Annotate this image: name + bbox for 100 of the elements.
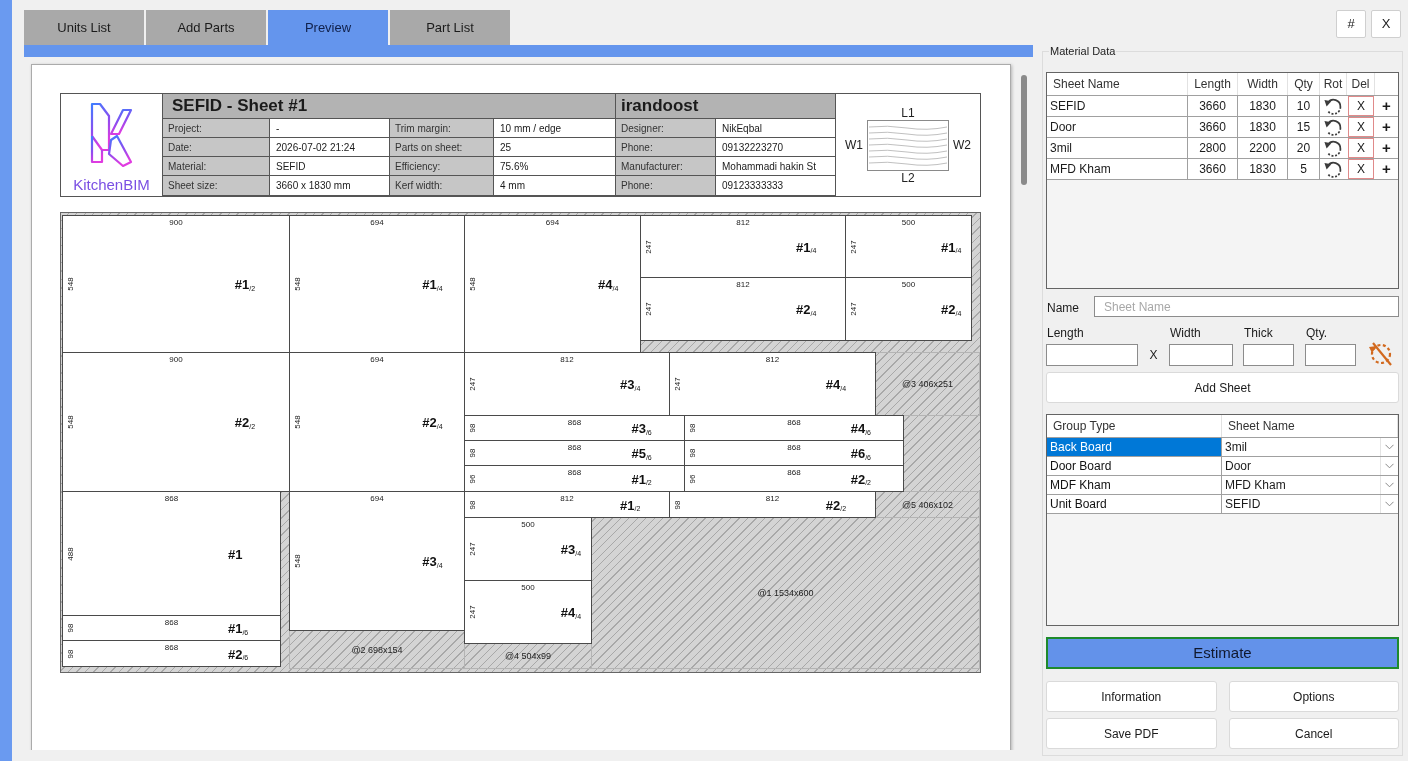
window-button[interactable]: # <box>1336 10 1366 38</box>
length-cell: 2800 <box>1188 138 1238 158</box>
sheet-name-input[interactable]: Sheet Name <box>1094 296 1399 317</box>
estimate-button[interactable]: Estimate <box>1046 637 1399 669</box>
qty-cell: 20 <box>1288 138 1320 158</box>
part-number: #2$_{/4}$ <box>796 301 817 317</box>
part-height-label: 96 <box>468 474 477 483</box>
add-row-button[interactable]: + <box>1382 161 1391 177</box>
part-height-label: 98 <box>468 448 477 458</box>
info-value: NikEqbal <box>716 119 836 138</box>
column-header: Del <box>1347 73 1375 95</box>
tab[interactable]: Units List <box>24 10 144 45</box>
info-value: SEFID <box>270 157 390 176</box>
window-button[interactable]: X <box>1371 10 1401 38</box>
offcut-label: @2 698x154 <box>351 644 403 655</box>
chevron-down-icon[interactable] <box>1385 501 1394 507</box>
sheet-select[interactable]: SEFID <box>1222 495 1398 513</box>
part-width-label: 868 <box>164 494 179 503</box>
offcut-label: @3 406x251 <box>901 379 954 389</box>
delete-row-button[interactable]: X <box>1348 138 1374 158</box>
part-height-label: 98 <box>673 500 682 509</box>
sheet-name-cell: Door <box>1047 117 1188 137</box>
action-button[interactable]: Options <box>1228 681 1399 712</box>
info-label: Designer: <box>616 119 716 138</box>
part-height-label: 247 <box>468 605 477 619</box>
info-label: Phone: <box>616 176 716 196</box>
rotate-icon[interactable] <box>1324 159 1343 179</box>
part-height-label: 98 <box>468 423 477 433</box>
add-sheet-button[interactable]: Add Sheet <box>1046 372 1399 403</box>
chevron-down-icon[interactable] <box>1385 482 1394 488</box>
crossed-rotate-icon[interactable] <box>1368 340 1394 366</box>
info-label: Parts on sheet: <box>390 138 494 157</box>
chevron-down-icon[interactable] <box>1385 444 1394 450</box>
times-sign: X <box>1149 348 1158 362</box>
part-width-label: 694 <box>370 494 384 503</box>
group-type-cell[interactable]: Unit Board <box>1047 495 1222 513</box>
width-cell: 1830 <box>1238 96 1288 116</box>
part-number: #1$_{/2}$ <box>620 497 641 512</box>
info-label: Project: <box>163 119 270 138</box>
group-type-cell[interactable]: MDF Kham <box>1047 476 1222 494</box>
part-width-label: 694 <box>370 355 384 364</box>
part-number: #3$_{/6}$ <box>631 420 652 436</box>
logo-text: KitchenBIM <box>73 175 150 193</box>
part-height-label: 96 <box>688 474 697 483</box>
add-row-button[interactable]: + <box>1382 140 1391 156</box>
offcut-label: @1 1534x600 <box>757 588 814 598</box>
chevron-down-icon[interactable] <box>1385 463 1394 469</box>
sheet-select[interactable]: MFD Kham <box>1222 476 1398 494</box>
part-number: #2$_{/4}$ <box>422 414 443 430</box>
tab[interactable]: Preview <box>268 10 388 45</box>
rotate-icon[interactable] <box>1324 138 1343 158</box>
info-value: 4 mm <box>494 176 616 196</box>
sheet-name-cell: MFD Kham <box>1047 159 1188 179</box>
action-button[interactable]: Cancel <box>1228 718 1399 749</box>
width-cell: 1830 <box>1238 159 1288 179</box>
sheet-select[interactable]: Door <box>1222 457 1398 475</box>
part-width-label: 812 <box>736 280 750 289</box>
rotate-icon[interactable] <box>1324 117 1343 137</box>
length-cell: 3660 <box>1188 159 1238 179</box>
part-number: #2$_{/6}$ <box>227 646 249 661</box>
dimension-input[interactable] <box>1046 344 1138 366</box>
part-height-label: 548 <box>66 415 75 429</box>
part-number: #1$_{/2}$ <box>234 276 256 292</box>
part-number: #4$_{/4}$ <box>560 604 582 620</box>
part-width-label: 868 <box>164 643 179 652</box>
width-label: W2 <box>953 138 971 152</box>
group-type-cell[interactable]: Back Board <box>1047 438 1222 456</box>
part-height-label: 548 <box>66 277 75 291</box>
column-header: Width <box>1238 73 1288 95</box>
scrollbar-thumb[interactable] <box>1021 75 1027 185</box>
sheet-select[interactable]: 3mil <box>1222 438 1398 456</box>
action-button[interactable]: Save PDF <box>1046 718 1217 749</box>
part-height-label: 247 <box>644 302 653 316</box>
group-type-cell[interactable]: Door Board <box>1047 457 1222 475</box>
delete-row-button[interactable]: X <box>1348 117 1374 137</box>
part-number: #1$_{/4}$ <box>796 239 817 254</box>
part-height-label: 98 <box>66 649 75 658</box>
dimension-input[interactable] <box>1305 344 1356 366</box>
part-height-label: 98 <box>66 623 75 633</box>
rotate-icon[interactable] <box>1324 96 1343 116</box>
delete-row-button[interactable]: X <box>1348 96 1374 116</box>
info-label: Material: <box>163 157 270 176</box>
add-row-button[interactable]: + <box>1382 119 1391 135</box>
part-number: #2$_{/4}$ <box>941 301 962 317</box>
field-label: Name <box>1047 300 1079 315</box>
delete-row-button[interactable]: X <box>1348 159 1374 179</box>
field-label: Thick <box>1243 326 1273 340</box>
part-height-label: 247 <box>468 377 477 391</box>
tab[interactable]: Add Parts <box>146 10 266 45</box>
tab[interactable]: Part List <box>390 10 510 45</box>
dimension-input[interactable] <box>1243 344 1294 366</box>
column-header: Sheet Name <box>1047 73 1188 95</box>
part-height-label: 247 <box>468 542 477 556</box>
dimension-input[interactable] <box>1169 344 1233 366</box>
add-row-button[interactable]: + <box>1382 98 1391 114</box>
part-width-label: 868 <box>164 618 179 627</box>
length-label: L1 <box>901 105 915 120</box>
part-height-label: 247 <box>673 377 682 391</box>
part-height-label: 548 <box>293 554 302 568</box>
action-button[interactable]: Information <box>1046 681 1217 712</box>
